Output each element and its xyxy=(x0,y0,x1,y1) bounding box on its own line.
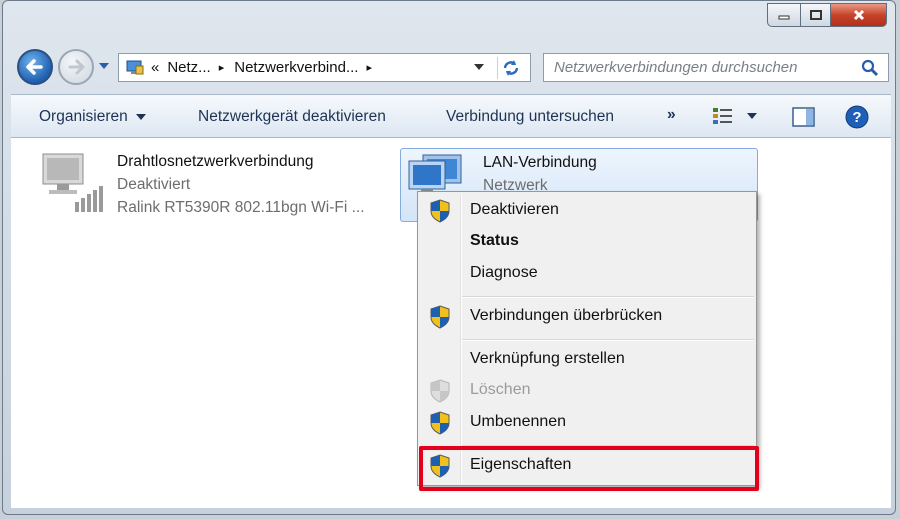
search-box[interactable]: Netzwerkverbindungen durchsuchen xyxy=(543,53,889,82)
breadcrumb-separator[interactable]: ▸ xyxy=(366,61,372,74)
menu-item-label: Umbenennen xyxy=(470,413,567,430)
connection-name: LAN-Verbindung xyxy=(483,154,597,171)
diagnose-connection-button[interactable]: Verbindung untersuchen xyxy=(446,108,614,126)
refresh-icon xyxy=(503,60,519,76)
search-icon[interactable] xyxy=(860,58,880,78)
menu-item-loeschen: Löschen xyxy=(420,376,754,406)
menu-item-label: Status xyxy=(470,232,519,249)
control-panel-icon xyxy=(126,60,144,74)
preview-pane-button[interactable] xyxy=(791,106,817,133)
menu-separator xyxy=(462,296,754,298)
back-button[interactable] xyxy=(17,49,53,85)
window-controls xyxy=(767,3,887,27)
back-arrow-icon xyxy=(26,59,43,75)
menu-item-deaktivieren[interactable]: Deaktivieren xyxy=(420,196,754,226)
forward-button[interactable] xyxy=(58,49,94,85)
chevron-down-icon xyxy=(747,113,758,119)
uac-shield-icon xyxy=(430,305,450,329)
connection-name: Drahtlosnetzwerkverbindung xyxy=(117,153,314,170)
view-options-icon xyxy=(713,108,732,124)
address-history-dropdown[interactable] xyxy=(474,64,484,70)
chevron-down-icon xyxy=(135,113,146,120)
menu-item-verbindungen-ueberbruecken[interactable]: Verbindungen überbrücken xyxy=(420,302,754,332)
more-commands-button[interactable]: » xyxy=(667,106,676,124)
address-overflow[interactable]: « xyxy=(151,59,159,76)
disable-device-button[interactable]: Netzwerkgerät deaktivieren xyxy=(198,108,386,126)
network-computer-disabled-icon xyxy=(42,153,103,212)
uac-shield-icon xyxy=(430,411,450,435)
menu-item-verknuepfung-erstellen[interactable]: Verknüpfung erstellen xyxy=(420,345,754,375)
maximize-button[interactable] xyxy=(801,3,831,27)
view-options-button[interactable] xyxy=(711,105,758,132)
help-icon: ? xyxy=(845,105,869,129)
menu-item-label: Verbindungen überbrücken xyxy=(470,307,663,324)
svg-text:?: ? xyxy=(852,109,861,126)
organize-label: Organisieren xyxy=(39,108,128,125)
organize-menu[interactable]: Organisieren xyxy=(39,108,146,126)
refresh-button[interactable] xyxy=(497,57,524,79)
menu-item-label: Löschen xyxy=(470,381,531,398)
minimize-button[interactable] xyxy=(767,3,801,27)
highlight-box xyxy=(419,446,759,491)
address-bar[interactable]: « Netz... ▸ Netzwerkverbind... ▸ xyxy=(118,53,531,82)
command-bar: Organisieren Netzwerkgerät deaktivieren … xyxy=(11,94,891,138)
menu-item-label: Deaktivieren xyxy=(470,201,559,218)
menu-item-status[interactable]: Status xyxy=(420,227,754,257)
connection-device: Ralink RT5390R 802.11bgn Wi-Fi ... xyxy=(117,199,365,216)
preview-pane-icon xyxy=(792,107,815,127)
breadcrumb-segment-2[interactable]: Netzwerkverbind... xyxy=(234,59,358,76)
minimize-icon xyxy=(778,15,790,20)
recent-pages-dropdown[interactable] xyxy=(99,63,109,69)
forward-arrow-icon xyxy=(68,59,86,75)
menu-item-label: Verknüpfung erstellen xyxy=(470,350,625,367)
breadcrumb-separator[interactable]: ▸ xyxy=(219,61,225,74)
close-button[interactable] xyxy=(831,3,887,27)
breadcrumb-segment-1[interactable]: Netz... xyxy=(167,59,210,76)
search-placeholder: Netzwerkverbindungen durchsuchen xyxy=(554,59,798,76)
uac-shield-icon xyxy=(430,379,450,403)
connection-item-wireless[interactable]: Drahtlosnetzwerkverbindung Deaktiviert R… xyxy=(39,148,389,222)
maximize-icon xyxy=(809,10,822,20)
menu-item-umbenennen[interactable]: Umbenennen xyxy=(420,408,754,438)
close-icon xyxy=(853,9,864,21)
menu-item-diagnose[interactable]: Diagnose xyxy=(420,259,754,289)
help-button[interactable]: ? xyxy=(844,104,870,135)
uac-shield-icon xyxy=(430,199,450,223)
menu-separator xyxy=(462,339,754,341)
menu-item-label: Diagnose xyxy=(470,264,538,281)
connection-status: Deaktiviert xyxy=(117,176,191,193)
context-menu: Deaktivieren Status Diagnose Verbindunge… xyxy=(417,191,757,486)
